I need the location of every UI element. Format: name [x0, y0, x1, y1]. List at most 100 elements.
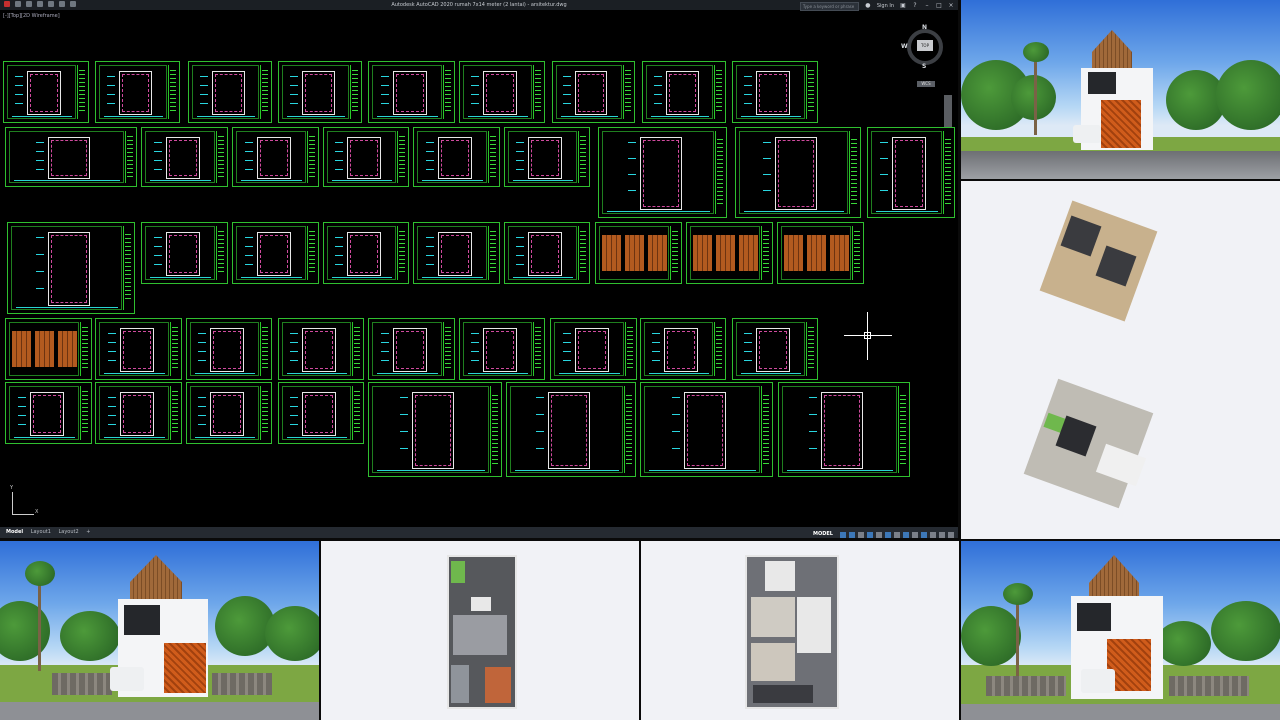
- drawing-sheet[interactable]: [232, 127, 319, 187]
- title-block: [307, 226, 316, 280]
- title-block: [670, 226, 679, 280]
- lineweight-icon[interactable]: [903, 531, 909, 538]
- transparency-icon[interactable]: [912, 531, 918, 538]
- drawing-sheet[interactable]: [640, 318, 726, 380]
- drawing-sheet[interactable]: [504, 127, 590, 187]
- annotation-tag: [426, 169, 434, 170]
- drawing-sheet[interactable]: [867, 127, 955, 218]
- compass-north[interactable]: N: [922, 24, 927, 31]
- render-front-exterior-bottom-right: [961, 541, 1280, 720]
- viewcube-top[interactable]: TOP: [917, 40, 933, 51]
- annotation-tag: [381, 360, 389, 361]
- annotation-tag: [652, 342, 660, 343]
- annotation-tag: [744, 103, 752, 104]
- drawing-sheet[interactable]: [686, 222, 773, 284]
- drawing-sheet[interactable]: [368, 61, 455, 123]
- drawing-sheets: [0, 0, 958, 538]
- drawing-sheet[interactable]: [777, 222, 864, 284]
- drawing-sheet[interactable]: [778, 382, 910, 477]
- otrack-icon[interactable]: [894, 531, 900, 538]
- tab-layout1[interactable]: Layout1: [31, 529, 51, 535]
- drawing-sheet[interactable]: [595, 222, 682, 284]
- drawing-sheet[interactable]: [278, 382, 364, 444]
- annotation-tag: [536, 414, 544, 415]
- drawing-sheet[interactable]: [368, 382, 502, 477]
- dimension-line: [561, 116, 618, 117]
- drawing-sheet[interactable]: [5, 318, 92, 380]
- drawing-sheet[interactable]: [141, 127, 228, 187]
- tab-layout2[interactable]: Layout2: [58, 529, 78, 535]
- drawing-sheet[interactable]: [732, 61, 818, 123]
- drawing-sheet[interactable]: [278, 61, 362, 123]
- drawing-sheet[interactable]: [323, 222, 409, 284]
- annotation-tag: [672, 431, 680, 432]
- drawing-sheet[interactable]: [735, 127, 861, 218]
- drawing-sheet[interactable]: [552, 61, 635, 123]
- title-block: [849, 131, 858, 214]
- plan-drawing: [438, 137, 472, 179]
- tab-model[interactable]: Model: [6, 529, 23, 535]
- drawing-sheet[interactable]: [640, 382, 773, 477]
- drawing-sheet[interactable]: [642, 61, 726, 123]
- drawing-sheet[interactable]: [186, 382, 272, 444]
- add-layout-button[interactable]: +: [86, 529, 90, 535]
- annotation-tag: [18, 424, 26, 425]
- compass-south[interactable]: S: [922, 63, 926, 70]
- drawing-sheet[interactable]: [186, 318, 272, 380]
- settings-icon[interactable]: [939, 531, 945, 538]
- drawing-sheet[interactable]: [5, 127, 137, 187]
- annotation-tag: [15, 85, 23, 86]
- drawing-sheet[interactable]: [413, 222, 500, 284]
- title-block: [170, 322, 179, 376]
- title-block: [490, 386, 499, 473]
- compass-west[interactable]: W: [901, 43, 908, 50]
- drawing-sheet[interactable]: [368, 318, 455, 380]
- plan-drawing: [212, 71, 245, 115]
- annotation-tag: [381, 85, 389, 86]
- drawing-sheet[interactable]: [459, 61, 545, 123]
- drawing-sheet[interactable]: [5, 382, 92, 444]
- drawing-sheet[interactable]: [506, 382, 636, 477]
- annotation-tag: [426, 160, 434, 161]
- ortho-icon[interactable]: [858, 531, 864, 538]
- annotation-tag: [381, 351, 389, 352]
- isodraft-icon[interactable]: [876, 531, 882, 538]
- drawing-sheet[interactable]: [278, 318, 364, 380]
- drawing-sheet[interactable]: [504, 222, 590, 284]
- drawing-sheet[interactable]: [598, 127, 727, 218]
- polar-icon[interactable]: [867, 531, 873, 538]
- annotation-tag: [426, 246, 434, 247]
- facade-detail: [693, 235, 712, 271]
- drawing-sheet[interactable]: [141, 222, 228, 284]
- drawing-sheet[interactable]: [95, 382, 182, 444]
- drawing-sheet[interactable]: [232, 222, 319, 284]
- ucs-icon: X Y: [10, 485, 40, 520]
- annotation-icon[interactable]: [921, 531, 927, 538]
- grid-icon[interactable]: [840, 531, 846, 538]
- drawing-sheet[interactable]: [95, 61, 180, 123]
- model-space-toggle[interactable]: MODEL: [813, 529, 833, 540]
- drawing-sheet[interactable]: [550, 318, 637, 380]
- layout-tabs-bar: Model Layout1 Layout2 + MODEL: [0, 527, 958, 538]
- annotation-tag: [15, 103, 23, 104]
- title-block: [80, 322, 89, 376]
- annotation-tag: [536, 431, 544, 432]
- wcs-menu[interactable]: WCS: [917, 81, 935, 87]
- drawing-sheet[interactable]: [323, 127, 409, 187]
- drawing-sheet[interactable]: [459, 318, 545, 380]
- drawing-sheet[interactable]: [3, 61, 89, 123]
- annotation-tag: [107, 76, 115, 77]
- drawing-sheet[interactable]: [413, 127, 500, 187]
- navigation-bar[interactable]: [944, 95, 952, 127]
- plan-drawing: [302, 71, 335, 115]
- customize-icon[interactable]: [948, 531, 954, 538]
- drawing-sheet[interactable]: [95, 318, 182, 380]
- workspace-icon[interactable]: [930, 531, 936, 538]
- osnap-icon[interactable]: [885, 531, 891, 538]
- drawing-sheet[interactable]: [732, 318, 818, 380]
- snap-icon[interactable]: [849, 531, 855, 538]
- drawing-sheet[interactable]: [188, 61, 272, 123]
- viewcube[interactable]: TOP N S W: [901, 24, 947, 70]
- drawing-sheet[interactable]: [7, 222, 135, 314]
- dimension-line: [377, 470, 485, 471]
